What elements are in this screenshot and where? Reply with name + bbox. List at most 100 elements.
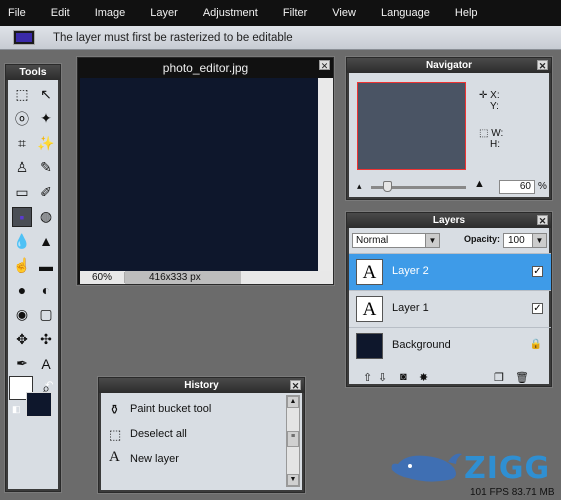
opacity-select[interactable]: 100 ▼ [503,233,547,248]
move-up-icon[interactable]: ⇧ [363,371,372,384]
magic-wand-icon[interactable]: ✦ [36,109,56,129]
menu-file[interactable]: File [0,7,26,19]
document-size: 416x333 px [125,271,241,284]
menu-layer[interactable]: Layer [142,7,178,19]
pinch-icon[interactable]: ✣ [36,329,56,349]
tool-color-swatch[interactable] [14,31,34,44]
layer-row-layer-1[interactable]: A Layer 1 ✓ [349,290,551,327]
menu-adjustment[interactable]: Adjustment [195,7,258,19]
vertical-scrollbar[interactable] [318,78,333,271]
zoom-input[interactable]: 60 [499,180,535,194]
marquee-select-icon[interactable]: ⬚ [12,84,32,104]
trash-icon[interactable]: 🗑 [515,371,529,384]
layer-thumbnail: A [356,296,383,322]
close-icon[interactable]: ✕ [319,60,330,71]
document-window: photo_editor.jpg ✕ 60% 416x333 px [77,57,334,285]
navigator-thumbnail[interactable] [357,82,466,170]
close-icon[interactable]: ✕ [537,215,548,226]
layer-thumbnail: A [356,259,383,285]
menu-filter[interactable]: Filter [275,7,307,19]
swap-colors-icon[interactable]: ↶ [45,380,53,391]
options-bar: The layer must first be rasterized to be… [0,26,561,50]
sponge-icon[interactable]: ▬ [36,256,56,276]
close-icon[interactable]: ✕ [537,60,548,71]
menu-language[interactable]: Language [373,7,430,19]
layer-row-layer-2[interactable]: A Layer 2 ✓ [349,253,551,290]
new-layer-icon[interactable]: ❐ [494,371,504,384]
move-icon[interactable]: ↖ [36,84,56,104]
scroll-up-icon[interactable]: ▲ [287,396,299,408]
image-canvas[interactable] [80,78,318,271]
paint-bucket-icon[interactable]: ▪ [12,206,32,227]
paint-bucket-icon: ⚱ [109,402,120,417]
layer-visibility-checkbox[interactable]: ✓ [532,303,543,314]
selection-size-readout: ⬚ W: H: [479,128,503,150]
menu-help[interactable]: Help [447,7,478,19]
layer-visibility-checkbox[interactable]: ✓ [532,266,543,277]
layers-toolbar: ⇧ ⇩ ◙ ✸ ❐ 🗑 [349,371,551,385]
zoom-out-icon[interactable]: ▴ [357,181,362,192]
menu-edit[interactable]: Edit [43,7,70,19]
history-panel: History ✕ ⚱ Paint bucket tool ⬚ Deselect… [98,377,305,493]
reset-colors-icon[interactable]: ◧ [12,404,21,415]
close-icon[interactable]: ✕ [290,380,301,391]
red-eye-icon[interactable]: ◉ [12,305,32,325]
color-picker-icon[interactable]: ✒ [12,354,32,374]
history-body: ⚱ Paint bucket tool ⬚ Deselect all A New… [101,393,302,490]
sharpen-icon[interactable]: ▲ [36,231,56,251]
scroll-down-icon[interactable]: ▼ [287,474,299,486]
opacity-label: Opacity: [464,234,501,244]
history-scrollbar[interactable]: ▲ ≡ ▼ [286,395,300,487]
navigator-body: ✛ X: Y: ⬚ W: H: ▴ ▲ 60 % [349,73,549,197]
zoom-slider-handle[interactable] [383,181,392,192]
lock-icon[interactable]: 🔒 [530,339,542,350]
tools-panel-title: Tools [6,65,60,80]
menu-view[interactable]: View [324,7,356,19]
menu-image[interactable]: Image [87,7,126,19]
smudge-icon[interactable]: ☝ [12,256,32,276]
layers-title: Layers ✕ [347,213,551,228]
burn-icon[interactable]: ● [12,280,32,300]
document-zoom[interactable]: 60% [80,272,125,283]
history-item[interactable]: ⚱ Paint bucket tool [101,398,287,422]
type-icon[interactable]: A [36,354,56,374]
color-replace-icon[interactable]: ◍ [36,207,56,227]
move-down-icon[interactable]: ⇩ [378,371,387,384]
chevron-down-icon[interactable]: ▼ [425,234,439,247]
brand-name: ZIGG [464,451,551,486]
crop-icon[interactable]: ⌗ [12,133,32,153]
layer-effects-icon[interactable]: ✸ [419,371,428,384]
dodge-icon[interactable]: ◐ [36,280,56,300]
whale-icon [391,453,462,482]
history-item-label: Deselect all [130,428,187,440]
history-item[interactable]: A New layer [101,448,287,472]
background-color-swatch[interactable] [26,392,52,417]
layer-name: Layer 1 [392,302,429,314]
magic-wand-icon[interactable]: ✨ [36,133,56,153]
blur-icon[interactable]: 💧 [12,231,32,251]
layer-mask-icon[interactable]: ◙ [400,371,407,383]
zoom-in-icon[interactable]: ▲ [474,178,485,190]
brush-icon[interactable]: ✐ [36,182,56,202]
blend-mode-select[interactable]: Normal ▼ [352,233,440,248]
layer-row-background[interactable]: Background 🔒 [349,327,551,364]
tools-panel: Tools ⬚↖ⓞ✦⌗✨♙✎▭✐▪◍💧▲☝▬●◐◉▢✥✣✒A✋⌕ [5,64,61,492]
layer-name: Background [392,339,451,351]
tools-grid: ⬚↖ⓞ✦⌗✨♙✎▭✐▪◍💧▲☝▬●◐◉▢✥✣✒A✋⌕ [8,80,58,489]
opacity-value: 100 [508,235,525,246]
bloat-icon[interactable]: ✥ [12,329,32,349]
lasso-icon[interactable]: ⓞ [12,109,32,129]
crosshair-icon: ✛ [479,90,488,101]
scroll-thumb[interactable]: ≡ [287,431,299,447]
pencil-icon[interactable]: ✎ [36,158,56,178]
options-message: The layer must first be rasterized to be… [53,31,293,44]
layers-title-text: Layers [432,215,466,226]
eraser-icon[interactable]: ▭ [12,182,32,202]
rectangle-icon[interactable]: ▢ [36,305,56,325]
history-item[interactable]: ⬚ Deselect all [101,423,287,447]
cursor-position-readout: ✛ X: Y: [479,90,500,112]
stamp-icon[interactable]: ♙ [12,158,32,178]
chevron-down-icon[interactable]: ▼ [532,234,546,247]
document-title: photo_editor.jpg ✕ [78,58,333,78]
navigator-panel: Navigator ✕ ✛ X: Y: ⬚ W: H: ▴ ▲ 60 % [346,57,552,200]
